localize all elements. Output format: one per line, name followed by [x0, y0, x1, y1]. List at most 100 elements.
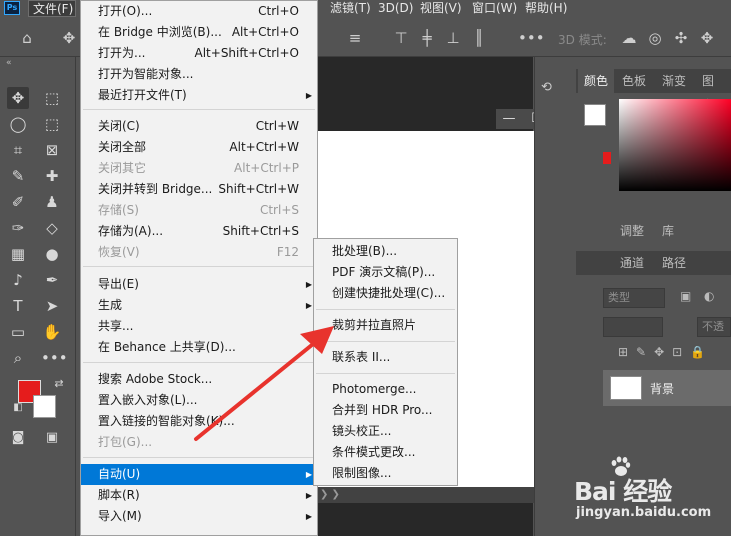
frame-icon[interactable]: ⊠: [41, 139, 63, 161]
healing-brush-icon[interactable]: ✚: [41, 165, 63, 187]
menu-item-close-go-bridge[interactable]: 关闭并转到 Bridge... Shift+Ctrl+W: [81, 179, 317, 200]
align-center-icon[interactable]: ≡: [346, 29, 364, 47]
image-filter-icon[interactable]: ▣: [680, 289, 691, 303]
menu-view[interactable]: 视图(V): [420, 0, 462, 17]
menu-item-place-linked[interactable]: 置入链接的智能对象(K)...: [81, 411, 317, 432]
tab-swatches[interactable]: 色板: [616, 69, 652, 93]
watermark-logo: Bai 经验: [574, 477, 672, 506]
menu-item-browse-bridge[interactable]: 在 Bridge 中浏览(B)... Alt+Ctrl+O: [81, 22, 317, 43]
zoom-icon[interactable]: ⌕: [7, 347, 29, 369]
submenu-item-pdf-presentation[interactable]: PDF 演示文稿(P)...: [314, 262, 457, 283]
marquee-icon[interactable]: ⬚: [41, 87, 63, 109]
menu-filter[interactable]: 滤镜(T): [330, 0, 371, 17]
color-picker-field[interactable]: [619, 99, 731, 191]
menu-separator: [316, 341, 455, 342]
menu-item-close-all[interactable]: 关闭全部 Alt+Ctrl+W: [81, 137, 317, 158]
submenu-item-photomerge[interactable]: Photomerge...: [314, 379, 457, 400]
menu-separator: [83, 457, 315, 458]
tab-gradients[interactable]: 渐变: [656, 69, 692, 93]
menu-item-open-smart-object[interactable]: 打开为智能对象...: [81, 64, 317, 85]
lock-icons[interactable]: ⊞✎✥⊡🔒: [618, 345, 713, 359]
blend-mode-select[interactable]: [603, 317, 663, 337]
tab-color[interactable]: 颜色: [578, 69, 615, 93]
submenu-item-batch[interactable]: 批处理(B)...: [314, 241, 457, 262]
path-select-icon[interactable]: ➤: [41, 295, 63, 317]
submenu-item-merge-hdr[interactable]: 合并到 HDR Pro...: [314, 400, 457, 421]
move-tool-icon[interactable]: ✥: [60, 29, 78, 47]
align-middle-icon[interactable]: ╪: [418, 29, 436, 47]
menu-file[interactable]: 文件(F): [28, 0, 76, 17]
submenu-item-create-droplet[interactable]: 创建快捷批处理(C)...: [314, 283, 457, 304]
menu-item-share-behance[interactable]: 在 Behance 上共享(D)...: [81, 337, 317, 358]
default-colors-icon[interactable]: ◧: [7, 397, 29, 419]
distribute-icon[interactable]: ║: [470, 29, 488, 47]
menu-help[interactable]: 帮助(H): [525, 0, 567, 17]
menu-item-open[interactable]: 打开(O)... Ctrl+O: [81, 1, 317, 22]
brush-icon[interactable]: ✐: [7, 191, 29, 213]
tab-libraries[interactable]: 库: [656, 219, 680, 243]
collapse-icon[interactable]: «: [6, 58, 12, 68]
lasso-icon[interactable]: ◯: [7, 113, 29, 135]
tab-patterns[interactable]: 图案: [696, 69, 731, 112]
rectangle-icon[interactable]: ▭: [7, 321, 29, 343]
swap-colors-icon[interactable]: ⇄: [48, 373, 70, 395]
menu-item-automate[interactable]: 自动(U) ▶: [81, 464, 317, 485]
menu-item-search-stock[interactable]: 搜索 Adobe Stock...: [81, 369, 317, 390]
pen-icon[interactable]: ✒: [41, 269, 63, 291]
more-options-icon[interactable]: •••: [518, 29, 545, 47]
menu-item-import[interactable]: 导入(M) ▶: [81, 506, 317, 527]
submenu-arrow-icon: ▶: [305, 470, 312, 479]
3d-pan-icon[interactable]: ✣: [672, 29, 690, 47]
move-icon[interactable]: ✥: [7, 87, 29, 109]
3d-orbit-icon[interactable]: ☁: [620, 29, 638, 47]
tab-paths[interactable]: 路径: [656, 251, 692, 275]
object-select-icon[interactable]: ⬚: [41, 113, 63, 135]
3d-roll-icon[interactable]: ◎: [646, 29, 664, 47]
screen-mode-icon[interactable]: ▣: [41, 427, 63, 449]
menu-item-share[interactable]: 共享...: [81, 316, 317, 337]
adjust-filter-icon[interactable]: ◐: [704, 289, 714, 303]
menu-window[interactable]: 窗口(W): [472, 0, 517, 17]
submenu-item-contact-sheet[interactable]: 联系表 II...: [314, 347, 457, 368]
blur-icon[interactable]: ●: [41, 243, 63, 265]
menu-item-save-as[interactable]: 存储为(A)... Shift+Ctrl+S: [81, 221, 317, 242]
submenu-item-fit-image[interactable]: 限制图像...: [314, 463, 457, 484]
menu-item-scripts[interactable]: 脚本(R) ▶: [81, 485, 317, 506]
background-color[interactable]: [33, 395, 56, 418]
tab-adjustments[interactable]: 调整: [614, 219, 650, 243]
history-brush-icon[interactable]: ✑: [7, 217, 29, 239]
hand-icon[interactable]: ✋: [41, 321, 63, 343]
submenu-item-conditional-mode[interactable]: 条件模式更改...: [314, 442, 457, 463]
history-icon[interactable]: ⟲: [541, 80, 552, 95]
menu-item-export[interactable]: 导出(E) ▶: [81, 274, 317, 295]
tab-channels[interactable]: 通道: [614, 251, 650, 275]
photoshop-logo: Ps: [4, 1, 20, 15]
align-bottom-icon[interactable]: ⊥: [444, 29, 462, 47]
menu-item-recent-files[interactable]: 最近打开文件(T) ▶: [81, 85, 317, 106]
minimize-icon[interactable]: —: [499, 109, 519, 129]
3d-slide-icon[interactable]: ✥: [698, 29, 716, 47]
opacity-label[interactable]: 不透: [697, 317, 731, 337]
menu-item-generate[interactable]: 生成 ▶: [81, 295, 317, 316]
align-top-icon[interactable]: ⊤: [392, 29, 410, 47]
stamp-icon[interactable]: ♟: [41, 191, 63, 213]
kind-filter-select[interactable]: 类型: [603, 288, 665, 308]
eraser-icon[interactable]: ◇: [41, 217, 63, 239]
type-icon[interactable]: T: [7, 295, 29, 317]
menu-3d[interactable]: 3D(D): [378, 0, 413, 17]
gradient-icon[interactable]: ▦: [7, 243, 29, 265]
menu-item-place-embedded[interactable]: 置入嵌入对象(L)...: [81, 390, 317, 411]
menu-item-open-as[interactable]: 打开为... Alt+Shift+Ctrl+O: [81, 43, 317, 64]
quick-mask-icon[interactable]: ◙: [7, 427, 29, 449]
color-swatch-bg[interactable]: [584, 104, 606, 126]
submenu-item-lens-correction[interactable]: 镜头校正...: [314, 421, 457, 442]
menu-item-close[interactable]: 关闭(C) Ctrl+W: [81, 116, 317, 137]
3d-mode-label: 3D 模式:: [558, 33, 607, 47]
submenu-item-crop-straighten[interactable]: 裁剪并拉直照片: [314, 315, 457, 336]
color-panel-tabs: 颜色 色板 渐变 图案: [576, 69, 731, 112]
crop-icon[interactable]: ⌗: [7, 139, 29, 161]
eyedropper-icon[interactable]: ✎: [7, 165, 29, 187]
dodge-icon[interactable]: ♪: [7, 269, 29, 291]
more-tools-icon[interactable]: •••: [41, 347, 68, 369]
home-icon[interactable]: ⌂: [18, 29, 36, 47]
